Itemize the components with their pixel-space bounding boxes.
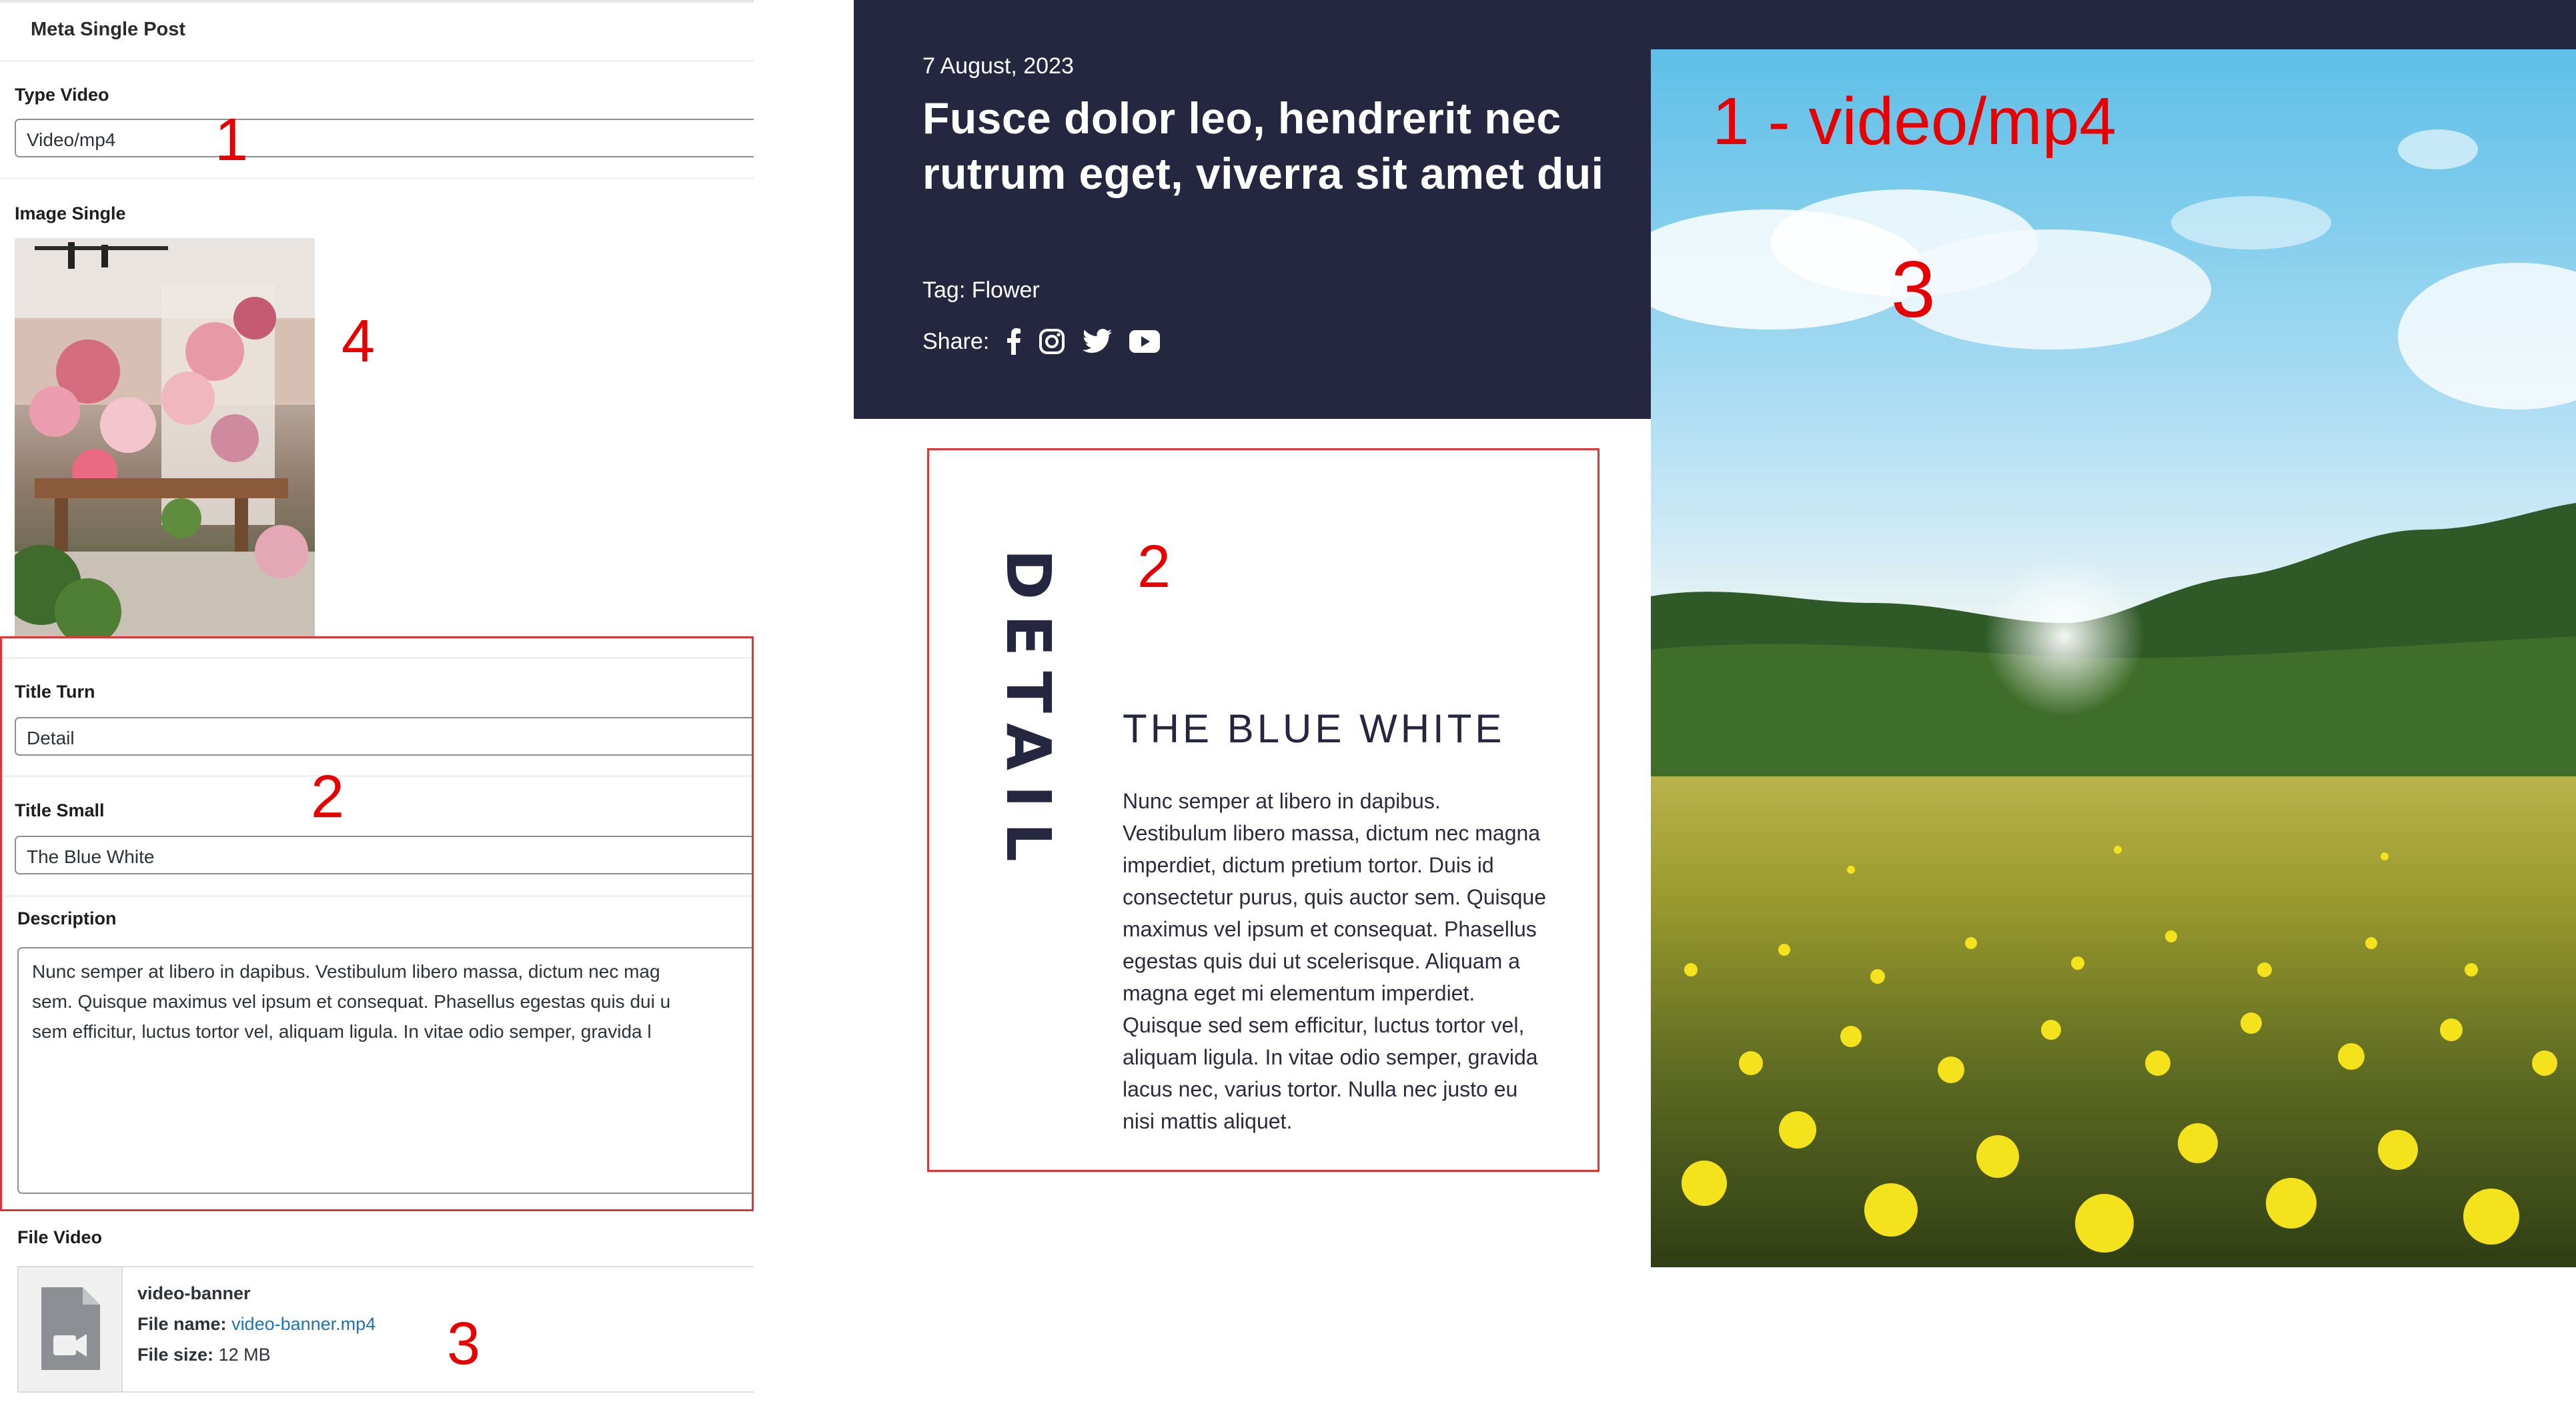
file-video-card[interactable]: video-banner File name: video-banner.mp4… xyxy=(17,1266,754,1393)
annotation-number-1: 1 xyxy=(215,107,249,173)
annotation-number-2-preview: 2 xyxy=(1137,534,1171,600)
file-size-label: File size: xyxy=(137,1345,214,1365)
detail-small-title: THE BLUE WHITE xyxy=(1123,706,1505,751)
annotation-number-3: 3 xyxy=(447,1311,481,1377)
panel-title: Meta Single Post xyxy=(31,19,186,40)
file-size-value: 12 MB xyxy=(218,1345,271,1365)
share-label: Share: xyxy=(922,328,990,354)
divider xyxy=(0,60,754,62)
video-file-thumbnail xyxy=(19,1267,123,1391)
video-file-icon xyxy=(41,1287,100,1370)
detail-section: DETAIL THE BLUE WHITE Nunc semper at lib… xyxy=(927,448,1599,1172)
annotation-number-3-preview: 3 xyxy=(1891,245,1936,334)
detail-description: Nunc semper at libero in dapibus. Vestib… xyxy=(1123,789,1546,1133)
post-title: Fusce dolor leo, hendrerit nec rutrum eg… xyxy=(922,93,1604,198)
detail-vertical-title: DETAIL xyxy=(993,549,1064,876)
file-size-row: File size: 12 MB xyxy=(137,1345,271,1365)
image-single-label: Image Single xyxy=(15,203,126,223)
annotation-video-label: 1 - video/mp4 xyxy=(1712,84,2116,159)
facebook-icon[interactable] xyxy=(1007,328,1021,355)
annotation-frame-2 xyxy=(0,636,754,1211)
file-title: video-banner xyxy=(137,1283,251,1304)
file-title-text: video-banner xyxy=(137,1283,251,1303)
flower-shop-image[interactable] xyxy=(15,238,315,637)
flower-shop-illustration xyxy=(15,238,315,637)
annotation-number-4: 4 xyxy=(342,308,376,375)
instagram-icon[interactable] xyxy=(1039,328,1065,355)
video-banner[interactable]: 1 - video/mp4 3 xyxy=(1651,49,2576,1267)
share-bar: Share: xyxy=(922,328,1161,355)
file-name-link[interactable]: video-banner.mp4 xyxy=(231,1314,376,1334)
post-date: 7 August, 2023 xyxy=(922,53,1074,79)
hero-header-extension xyxy=(1651,0,2576,49)
panel-top-border xyxy=(0,0,754,3)
twitter-icon[interactable] xyxy=(1083,329,1113,354)
annotation-number-2: 2 xyxy=(311,764,345,830)
meta-single-post-panel: Meta Single Post Type Video Video/mp4 Im… xyxy=(0,0,754,1410)
file-name-label: File name: xyxy=(137,1314,227,1334)
meadow-scene xyxy=(1651,129,2576,1267)
file-name-row: File name: video-banner.mp4 xyxy=(137,1314,376,1335)
file-video-label: File Video xyxy=(17,1227,103,1247)
post-hero-header: 7 August, 2023 Fusce dolor leo, hendreri… xyxy=(854,0,1652,419)
youtube-icon[interactable] xyxy=(1129,330,1161,353)
divider xyxy=(0,177,754,179)
type-video-input[interactable]: Video/mp4 xyxy=(15,119,754,157)
type-video-label: Type Video xyxy=(15,85,109,105)
post-tag[interactable]: Tag: Flower xyxy=(922,277,1040,303)
